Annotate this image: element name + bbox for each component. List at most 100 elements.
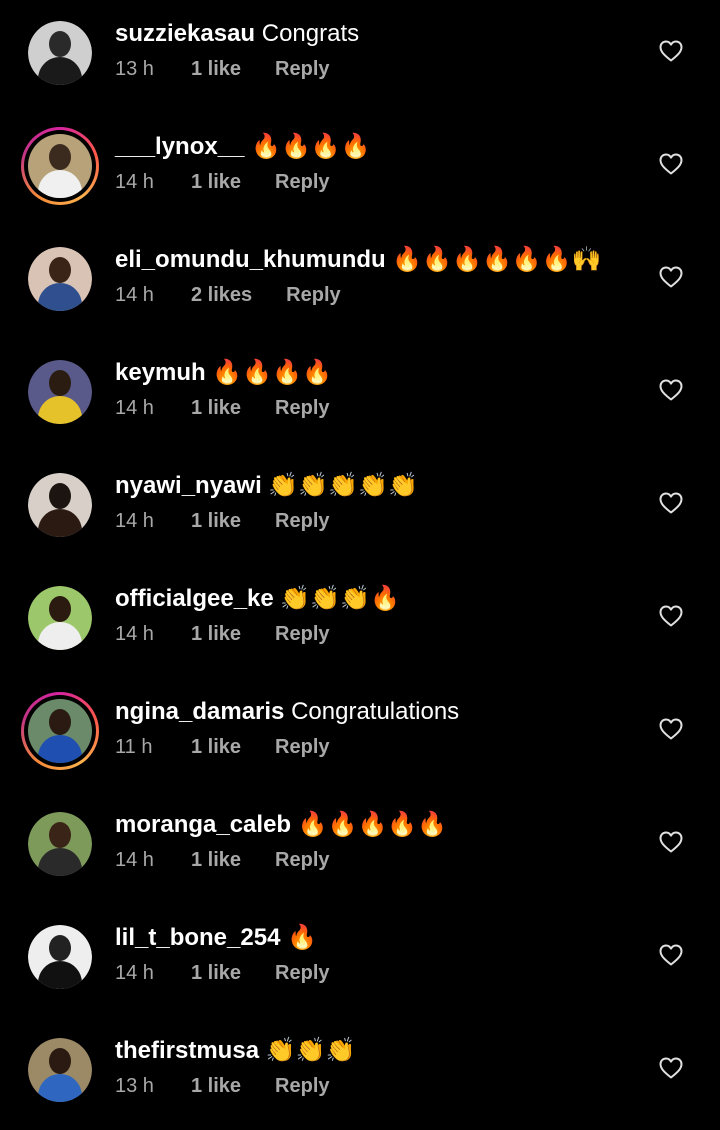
comment-body: 👏👏👏 — [265, 1037, 356, 1064]
comment-meta: 14 h 1 like Reply — [115, 621, 635, 647]
comment-item: officialgee_ke 👏👏👏🔥 14 h 1 like Reply — [0, 565, 720, 678]
comment-text-block: thefirstmusa 👏👏👏 13 h 1 like Reply — [115, 1035, 635, 1099]
avatar-image — [28, 925, 92, 989]
reply-button[interactable]: Reply — [286, 282, 340, 308]
heart-outline-icon[interactable] — [659, 153, 683, 175]
heart-outline-icon[interactable] — [659, 831, 683, 853]
avatar[interactable] — [28, 812, 92, 876]
comment-timestamp: 11 h — [115, 736, 153, 758]
avatar-image — [28, 699, 92, 763]
comment-likes-count[interactable]: 1 like — [191, 621, 241, 647]
reply-button[interactable]: Reply — [275, 1073, 329, 1099]
comment-item: nyawi_nyawi 👏👏👏👏👏 14 h 1 like Reply — [0, 452, 720, 565]
comment-meta: 14 h 1 like Reply — [115, 960, 635, 986]
comment-likes-count[interactable]: 1 like — [191, 847, 241, 873]
comment-username[interactable]: ___lynox__ — [115, 133, 244, 160]
heart-outline-icon[interactable] — [659, 605, 683, 627]
avatar-image — [28, 360, 92, 424]
reply-button[interactable]: Reply — [275, 960, 329, 986]
comment-username[interactable]: officialgee_ke — [115, 585, 274, 612]
reply-button[interactable]: Reply — [275, 56, 329, 82]
reply-button[interactable]: Reply — [275, 734, 329, 760]
comment-timestamp: 14 h — [115, 284, 154, 306]
comment-item: moranga_caleb 🔥🔥🔥🔥🔥 14 h 1 like Reply — [0, 791, 720, 904]
comment-username[interactable]: moranga_caleb — [115, 811, 291, 838]
comment-item: ___lynox__ 🔥🔥🔥🔥 14 h 1 like Reply — [0, 113, 720, 226]
comment-likes-count[interactable]: 1 like — [191, 1073, 241, 1099]
avatar[interactable] — [28, 21, 92, 85]
comment-item: suzziekasau Congrats 13 h 1 like Reply — [0, 0, 720, 113]
comment-username[interactable]: lil_t_bone_254 — [115, 924, 280, 951]
comment-item: ngina_damaris Congratulations 11 h 1 like R… — [0, 678, 720, 791]
comment-line: lil_t_bone_254 🔥 — [115, 922, 635, 954]
heart-outline-icon[interactable] — [659, 944, 683, 966]
comment-meta: 14 h 1 like Reply — [115, 847, 635, 873]
comment-line: nyawi_nyawi 👏👏👏👏👏 — [115, 470, 635, 502]
comment-timestamp: 14 h — [115, 623, 154, 645]
comment-text-block: lil_t_bone_254 🔥 14 h 1 like Reply — [115, 922, 635, 986]
comment-meta: 13 h 1 like Reply — [115, 1073, 635, 1099]
comment-meta: 14 h 2 likes Reply — [115, 282, 635, 308]
reply-button[interactable]: Reply — [275, 169, 329, 195]
comment-likes-count[interactable]: 1 like — [191, 960, 241, 986]
comment-username[interactable]: nyawi_nyawi — [115, 472, 262, 499]
comment-meta: 11 h 1 like Reply — [115, 734, 635, 760]
comment-meta: 14 h 1 like Reply — [115, 169, 635, 195]
avatar-image — [28, 21, 92, 85]
comment-timestamp: 14 h — [115, 849, 154, 871]
heart-outline-icon[interactable] — [659, 379, 683, 401]
avatar-with-story-ring[interactable] — [21, 127, 99, 205]
comment-text-block: moranga_caleb 🔥🔥🔥🔥🔥 14 h 1 like Reply — [115, 809, 635, 873]
comment-username[interactable]: ngina_damaris — [115, 698, 284, 725]
heart-outline-icon[interactable] — [659, 492, 683, 514]
comment-body: 🔥🔥🔥🔥🔥🔥🙌 — [392, 246, 602, 273]
comment-text-block: suzziekasau Congrats 13 h 1 like Reply — [115, 18, 635, 82]
avatar[interactable] — [28, 586, 92, 650]
avatar[interactable] — [28, 1038, 92, 1102]
comment-line: officialgee_ke 👏👏👏🔥 — [115, 583, 635, 615]
comment-username[interactable]: eli_omundu_khumundu — [115, 246, 386, 273]
avatar[interactable] — [28, 473, 92, 537]
comment-timestamp: 13 h — [115, 1075, 154, 1097]
comment-text-block: ___lynox__ 🔥🔥🔥🔥 14 h 1 like Reply — [115, 131, 635, 195]
comment-line: suzziekasau Congrats — [115, 18, 635, 50]
reply-button[interactable]: Reply — [275, 395, 329, 421]
comment-body: 🔥🔥🔥🔥 — [251, 133, 371, 160]
heart-outline-icon[interactable] — [659, 1057, 683, 1079]
comment-meta: 13 h 1 like Reply — [115, 56, 635, 82]
reply-button[interactable]: Reply — [275, 508, 329, 534]
heart-outline-icon[interactable] — [659, 266, 683, 288]
comment-meta: 14 h 1 like Reply — [115, 508, 635, 534]
comment-body: 🔥 — [287, 924, 317, 951]
comment-item: keymuh 🔥🔥🔥🔥 14 h 1 like Reply — [0, 339, 720, 452]
comment-timestamp: 14 h — [115, 962, 154, 984]
comment-likes-count[interactable]: 1 like — [191, 56, 241, 82]
avatar[interactable] — [28, 247, 92, 311]
comment-body: 👏👏👏🔥 — [280, 585, 400, 612]
reply-button[interactable]: Reply — [275, 847, 329, 873]
comment-likes-count[interactable]: 1 like — [191, 508, 241, 534]
comment-body: 🔥🔥🔥🔥🔥 — [297, 811, 448, 838]
comment-body: Congratulations — [291, 698, 460, 725]
avatar[interactable] — [28, 360, 92, 424]
comment-likes-count[interactable]: 1 like — [191, 734, 241, 760]
heart-outline-icon[interactable] — [659, 718, 683, 740]
comment-meta: 14 h 1 like Reply — [115, 395, 635, 421]
heart-outline-icon[interactable] — [659, 40, 683, 62]
avatar[interactable] — [28, 925, 92, 989]
comment-text-block: ngina_damaris Congratulations 11 h 1 like R… — [115, 696, 635, 760]
avatar-image — [28, 586, 92, 650]
avatar-with-story-ring[interactable] — [21, 692, 99, 770]
comment-username[interactable]: keymuh — [115, 359, 206, 386]
comment-item: lil_t_bone_254 🔥 14 h 1 like Reply — [0, 904, 720, 1017]
comment-likes-count[interactable]: 2 likes — [191, 282, 252, 308]
comment-username[interactable]: thefirstmusa — [115, 1037, 259, 1064]
comment-body: Congrats — [261, 20, 360, 47]
comment-likes-count[interactable]: 1 like — [191, 395, 241, 421]
comment-timestamp: 13 h — [115, 58, 154, 80]
comment-likes-count[interactable]: 1 like — [191, 169, 241, 195]
comment-line: moranga_caleb 🔥🔥🔥🔥🔥 — [115, 809, 635, 841]
avatar-image — [28, 1038, 92, 1102]
reply-button[interactable]: Reply — [275, 621, 329, 647]
comment-username[interactable]: suzziekasau — [115, 20, 255, 47]
